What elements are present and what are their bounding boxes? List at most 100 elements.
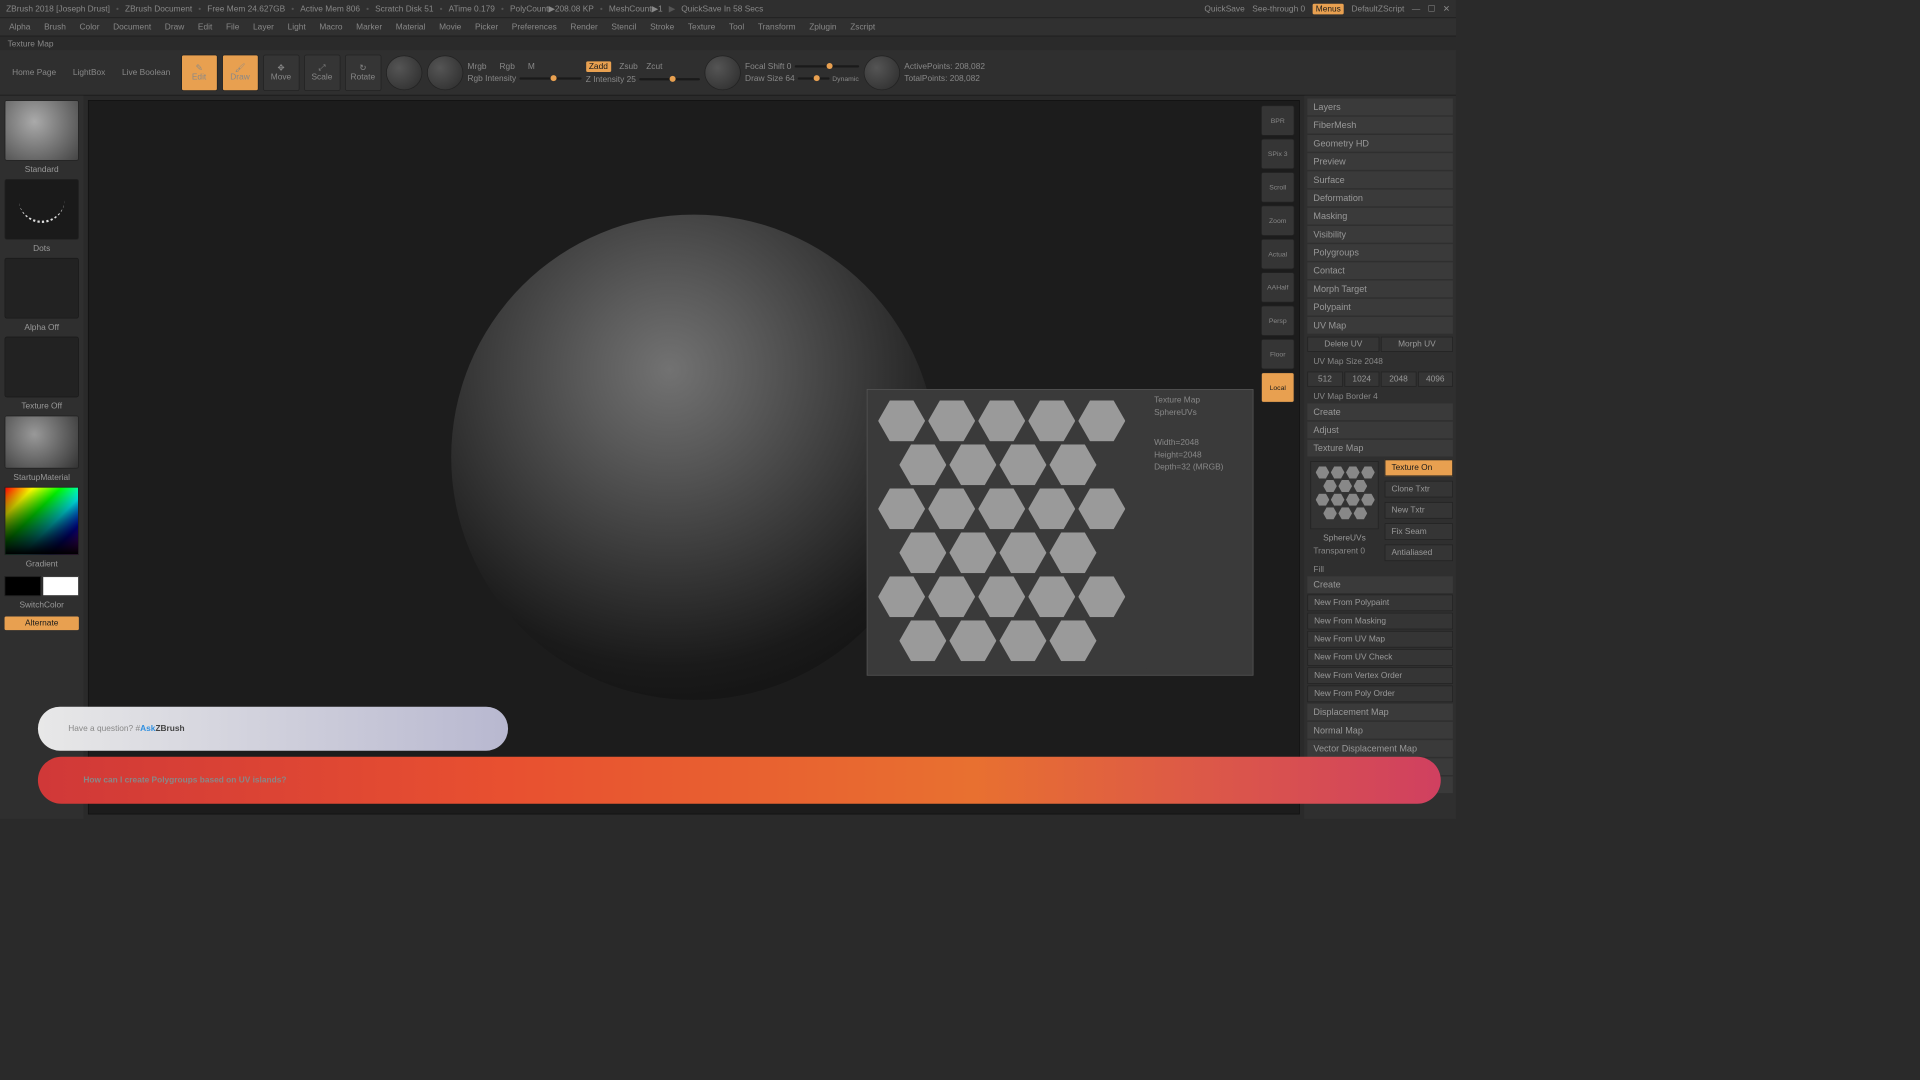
uv-size-1024[interactable]: 1024 (1344, 372, 1379, 387)
brush-thumbnail[interactable] (5, 100, 79, 161)
section-polygroups[interactable]: Polygroups (1307, 244, 1453, 261)
zscript-label[interactable]: DefaultZScript (1351, 4, 1404, 13)
focal-shift-slider[interactable] (794, 65, 858, 67)
section-preview[interactable]: Preview (1307, 153, 1453, 170)
menu-render[interactable]: Render (570, 22, 597, 31)
persp-button[interactable]: Persp (1261, 306, 1294, 336)
menus-toggle[interactable]: Menus (1313, 3, 1344, 14)
section-contact[interactable]: Contact (1307, 262, 1453, 279)
new-from-vertex-order[interactable]: New From Vertex Order (1307, 667, 1453, 684)
gizmo-sphere-2[interactable] (427, 55, 463, 90)
menu-material[interactable]: Material (396, 22, 426, 31)
section-masking[interactable]: Masking (1307, 208, 1453, 225)
section-fibermesh[interactable]: FiberMesh (1307, 117, 1453, 134)
color-swatch-black[interactable] (5, 576, 41, 596)
menu-preferences[interactable]: Preferences (512, 22, 557, 31)
fill-button[interactable]: Fill (1307, 563, 1453, 577)
zoom-button[interactable]: Zoom (1261, 205, 1294, 235)
close-icon[interactable]: ✕ (1443, 4, 1450, 14)
z-intensity-slider[interactable] (639, 78, 700, 80)
switch-color-button[interactable]: SwitchColor (5, 599, 79, 611)
move-mode-button[interactable]: ✥Move (263, 54, 299, 90)
stroke-thumbnail[interactable] (5, 179, 79, 240)
menu-transform[interactable]: Transform (758, 22, 796, 31)
section-displacement[interactable]: Displacement Map (1307, 704, 1453, 721)
focal-shift-icon[interactable] (704, 55, 740, 90)
color-swatch-white[interactable] (42, 576, 78, 596)
spix-button[interactable]: SPix 3 (1261, 139, 1294, 169)
new-from-polypaint[interactable]: New From Polypaint (1307, 595, 1453, 612)
new-txtr-button[interactable]: New Txtr (1385, 502, 1453, 519)
m-toggle[interactable]: M (528, 62, 535, 71)
minimize-icon[interactable]: — (1412, 4, 1420, 13)
maximize-icon[interactable]: ☐ (1428, 4, 1435, 14)
menu-alpha[interactable]: Alpha (9, 22, 30, 31)
texture-map-thumbnail[interactable] (1310, 461, 1378, 529)
menu-zplugin[interactable]: Zplugin (809, 22, 836, 31)
draw-size-icon[interactable] (863, 55, 899, 90)
gizmo-sphere-1[interactable] (386, 55, 422, 90)
home-button[interactable]: Home Page (6, 65, 62, 80)
menu-light[interactable]: Light (288, 22, 306, 31)
lightbox-button[interactable]: LightBox (67, 65, 112, 80)
clone-txtr-button[interactable]: Clone Txtr (1385, 481, 1453, 498)
section-uvmap[interactable]: UV Map (1307, 317, 1453, 334)
mrgb-toggle[interactable]: Mrgb (468, 62, 487, 71)
section-geometryhd[interactable]: Geometry HD (1307, 135, 1453, 152)
menu-stencil[interactable]: Stencil (611, 22, 636, 31)
floor-button[interactable]: Floor (1261, 339, 1294, 369)
uv-adjust-header[interactable]: Adjust (1307, 422, 1453, 439)
scale-mode-button[interactable]: ⤢Scale (304, 54, 340, 90)
bpr-button[interactable]: BPR (1261, 105, 1294, 135)
menu-macro[interactable]: Macro (319, 22, 342, 31)
menu-picker[interactable]: Picker (475, 22, 498, 31)
fix-seam-button[interactable]: Fix Seam (1385, 523, 1453, 540)
section-layers[interactable]: Layers (1307, 99, 1453, 116)
texture-thumbnail[interactable] (5, 337, 79, 398)
menu-color[interactable]: Color (80, 22, 100, 31)
antialiased-toggle[interactable]: Antialiased (1385, 544, 1453, 561)
rgb-intensity-slider[interactable] (519, 77, 581, 79)
color-picker[interactable] (5, 487, 79, 555)
aahalf-button[interactable]: AAHalf (1261, 272, 1294, 302)
new-from-masking[interactable]: New From Masking (1307, 613, 1453, 630)
menu-tool[interactable]: Tool (729, 22, 744, 31)
seethrough-slider[interactable]: See-through 0 (1252, 4, 1305, 13)
uv-map-size[interactable]: UV Map Size 2048 (1307, 355, 1453, 369)
uv-border[interactable]: UV Map Border 4 (1307, 390, 1453, 404)
rotate-mode-button[interactable]: ↻Rotate (345, 54, 381, 90)
section-deformation[interactable]: Deformation (1307, 190, 1453, 207)
zcut-toggle[interactable]: Zcut (646, 62, 662, 71)
alpha-thumbnail[interactable] (5, 258, 79, 319)
texture-map-header[interactable]: Texture Map (1307, 440, 1453, 457)
uv-size-2048[interactable]: 2048 (1381, 372, 1416, 387)
section-polypaint[interactable]: Polypaint (1307, 299, 1453, 316)
uv-size-4096[interactable]: 4096 (1418, 372, 1453, 387)
new-from-poly-order[interactable]: New From Poly Order (1307, 686, 1453, 703)
zsub-toggle[interactable]: Zsub (619, 62, 638, 71)
uv-size-512[interactable]: 512 (1307, 372, 1342, 387)
menu-stroke[interactable]: Stroke (650, 22, 674, 31)
draw-size-slider[interactable] (798, 77, 830, 79)
menu-texture[interactable]: Texture (688, 22, 715, 31)
create-subheader[interactable]: Create (1307, 576, 1453, 593)
menu-draw[interactable]: Draw (165, 22, 184, 31)
menu-brush[interactable]: Brush (44, 22, 66, 31)
menu-layer[interactable]: Layer (253, 22, 274, 31)
menu-movie[interactable]: Movie (439, 22, 461, 31)
menu-file[interactable]: File (226, 22, 239, 31)
draw-mode-button[interactable]: 🖌Draw (222, 54, 258, 90)
rgb-toggle[interactable]: Rgb (500, 62, 515, 71)
live-boolean-button[interactable]: Live Boolean (116, 65, 176, 80)
dynamic-toggle[interactable]: Dynamic (832, 75, 859, 83)
quicksave-button[interactable]: QuickSave (1204, 4, 1244, 13)
menu-edit[interactable]: Edit (198, 22, 212, 31)
material-thumbnail[interactable] (5, 416, 79, 469)
section-surface[interactable]: Surface (1307, 171, 1453, 188)
new-from-uvcheck[interactable]: New From UV Check (1307, 649, 1453, 666)
zadd-toggle[interactable]: Zadd (586, 61, 611, 72)
local-button[interactable]: Local (1261, 372, 1294, 402)
section-vector-disp[interactable]: Vector Displacement Map (1307, 740, 1453, 757)
edit-mode-button[interactable]: ✎Edit (181, 54, 217, 90)
menu-document[interactable]: Document (113, 22, 151, 31)
